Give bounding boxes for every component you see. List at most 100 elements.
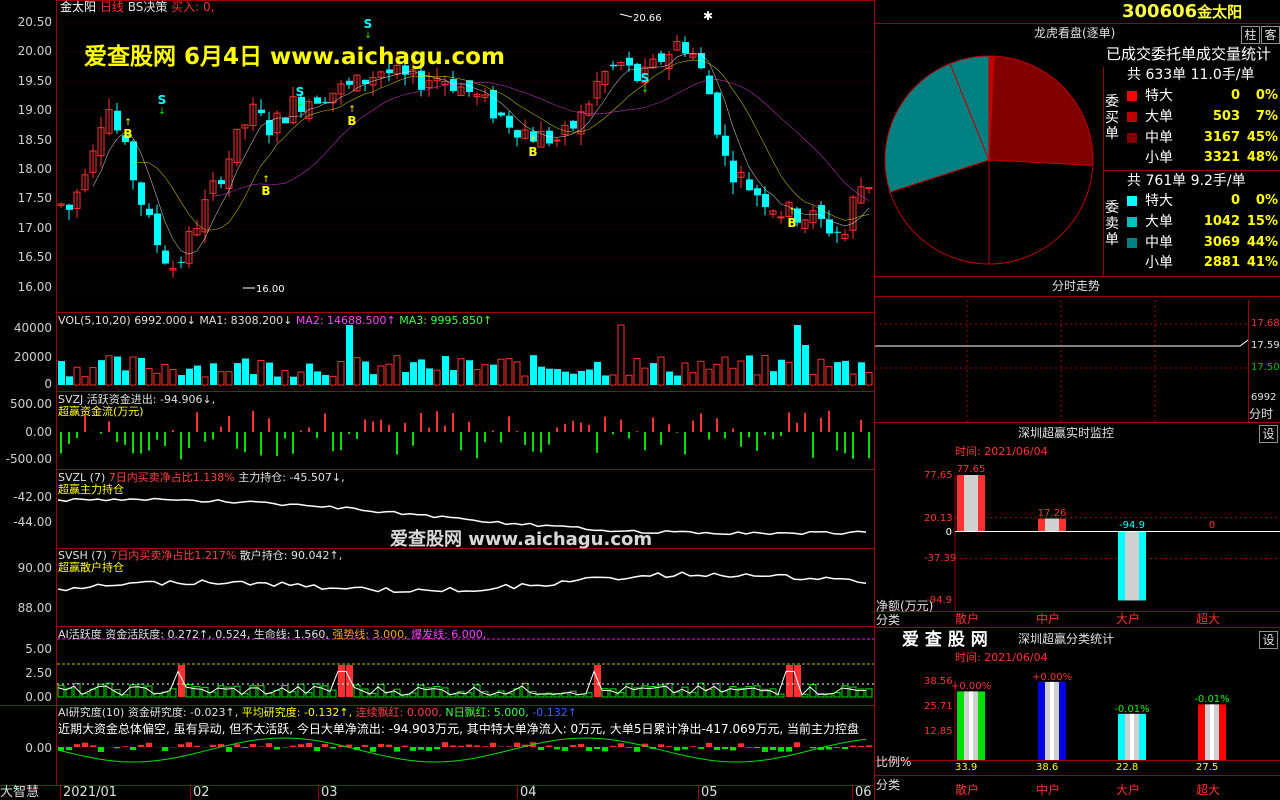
ai-res-label[interactable]: AI研究度(10) (58, 706, 124, 719)
volume-bar (530, 355, 537, 385)
monitor-x-label: 分类 (876, 613, 901, 627)
stock-code-title: 300606金太阳 (1122, 2, 1242, 22)
indicator-name[interactable]: BS决策 (128, 0, 168, 14)
volume-bar (242, 358, 249, 385)
order-type-label: 大单 (1145, 108, 1173, 125)
ai-axis-1: 5.00 (25, 642, 52, 656)
research-bar (122, 746, 128, 747)
monitor-settings-button[interactable]: 设 (1259, 425, 1278, 443)
order-count: 3069 (1203, 234, 1240, 250)
vol-label[interactable]: VOL(5,10,20) (58, 314, 131, 327)
order-count: 1042 (1203, 213, 1240, 229)
volume-bar (794, 325, 801, 385)
volume-bar (418, 359, 425, 385)
research-bar (290, 745, 296, 747)
activity-bar (137, 683, 145, 698)
classify-category: 散户 (955, 783, 980, 797)
order-pct: 0% (1255, 88, 1278, 103)
volume-bar (225, 371, 233, 386)
volume-bar (538, 366, 545, 385)
svzj-title: 超赢资金流(万元) (58, 405, 144, 418)
order-count: 0 (1230, 88, 1240, 103)
monitor-category: 中户 (1036, 612, 1061, 626)
research-bar (250, 744, 256, 747)
activity-bar (801, 693, 809, 698)
volume-bar (410, 362, 417, 385)
research-bar (210, 744, 216, 747)
candle-body (682, 42, 689, 54)
volume-bar (306, 363, 313, 385)
activity-bar (786, 665, 793, 697)
research-bar (770, 747, 776, 751)
classify-category: 超大 (1196, 783, 1221, 797)
activity-bar (73, 682, 81, 698)
candle-body (66, 204, 73, 210)
research-bar (842, 747, 848, 750)
price-axis-label: 18.00 (17, 162, 52, 176)
volume-bar (770, 371, 777, 385)
volume-bar (617, 324, 625, 386)
classify-category: 大户 (1116, 783, 1141, 797)
volume-bar (842, 360, 849, 385)
research-bar (546, 745, 552, 747)
vol-ma3: MA3: 9995.850↑ (399, 314, 493, 327)
volume-bar (129, 356, 137, 386)
volume-bar (586, 369, 593, 385)
moving-average-lines (92, 52, 870, 255)
client-view-button[interactable]: 客 (1261, 26, 1280, 44)
candle-body (514, 130, 521, 138)
research-bar (82, 742, 88, 747)
stats-title: 已成交委托单成交量统计 (1106, 45, 1272, 63)
volume-bar (153, 372, 161, 386)
ai-res-v4: N日飘红: 5.000, (445, 706, 529, 719)
volume-bar (761, 355, 769, 386)
research-bar (706, 742, 712, 747)
classify-x-label: 分类 (876, 778, 901, 792)
classify-bar-value: 33.9 (955, 762, 978, 773)
vol-ma1: MA1: 8308.200↓ (199, 314, 293, 327)
research-bar (114, 747, 120, 749)
classify-y-label: 比例% (876, 755, 912, 769)
legend-swatch (1127, 196, 1137, 206)
research-bar (834, 747, 840, 748)
classify-settings-button[interactable]: 设 (1259, 631, 1278, 649)
volume-bar (362, 361, 369, 385)
research-bar (378, 744, 384, 747)
research-bar (634, 747, 640, 752)
volume-bar (746, 355, 753, 385)
ai-active-label[interactable]: AI活跃度 (58, 628, 102, 641)
research-bar (810, 747, 816, 749)
classify-delta: -0.01% (1194, 694, 1230, 706)
sell-mark: S (364, 17, 373, 31)
activity-bar (641, 685, 649, 698)
order-type-label: 小单 (1145, 255, 1173, 272)
volume-bar (689, 372, 697, 386)
volume-bar (201, 376, 209, 386)
buy-total: 共 633单 11.0手/单 (1127, 67, 1255, 83)
order-type-label: 大单 (1145, 213, 1173, 230)
candle-body (162, 250, 169, 264)
ai-active-v2: 0.524, (215, 628, 251, 641)
bar-view-button[interactable]: 柱 (1241, 26, 1260, 44)
fenshi-title: 分时走势 (1052, 279, 1101, 293)
ma-line (132, 59, 870, 231)
classify-bar-value: 38.6 (1036, 762, 1059, 773)
activity-bar (313, 683, 321, 698)
activity-bar (193, 685, 201, 698)
research-bar (226, 747, 232, 752)
volume-bar (473, 368, 481, 386)
fenshi-footer: 分时 (1249, 407, 1274, 421)
candle-body (346, 80, 353, 85)
fenshi-axis-3: 17.50 (1251, 362, 1280, 373)
activity-bar (321, 685, 329, 698)
candle-body (818, 205, 825, 219)
volume-bar (58, 361, 65, 385)
ai-activity-bars (57, 665, 873, 698)
ai-axis-2: 2.50 (25, 666, 52, 680)
activity-bar (249, 685, 257, 698)
period-label[interactable]: 日线 (100, 0, 124, 14)
sell-mark: S (641, 71, 650, 85)
candle-body (498, 112, 505, 116)
research-bar (162, 747, 168, 751)
volume-bar (609, 374, 617, 386)
